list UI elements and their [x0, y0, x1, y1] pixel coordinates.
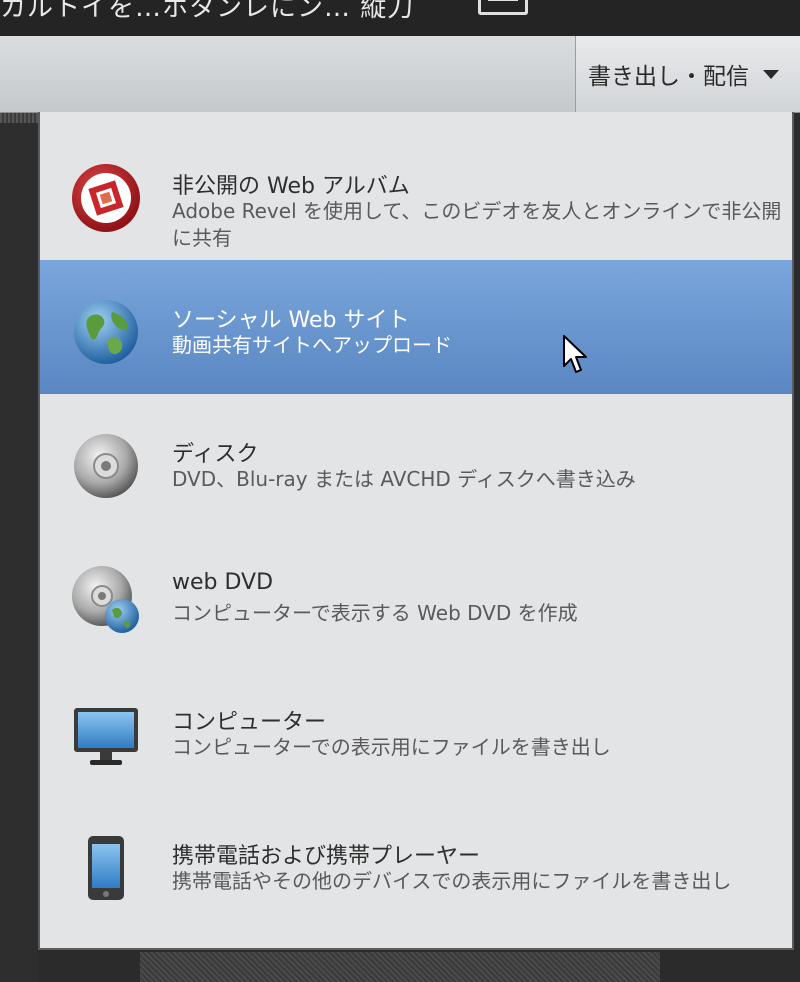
mouse-cursor-icon — [563, 335, 587, 373]
screen-icon[interactable] — [478, 0, 528, 15]
menu-item-description: Adobe Revel を使用して、このビデオを友人とオンラインで非公開に共有 — [172, 199, 782, 250]
menu-item-description: コンピューターでの表示用にファイルを書き出し — [172, 735, 611, 759]
chevron-down-icon — [763, 69, 779, 79]
web-dvd-icon — [72, 566, 139, 633]
left-panel-edge — [0, 113, 38, 982]
revel-album-icon — [72, 164, 140, 232]
window-title: カルトイを…ホタンレにン… 縦刀 — [0, 0, 415, 23]
menu-item-web-dvd[interactable]: web DVD コンピューターで表示する Web DVD を作成 — [40, 528, 792, 662]
disc-icon — [74, 434, 138, 498]
menu-item-description: DVD、Blu-ray または AVCHD ディスクへ書き込み — [172, 467, 636, 491]
menu-item-title: 非公開の Web アルバム — [172, 174, 410, 199]
menu-item-title: コンピューター — [172, 710, 327, 735]
title-bar: カルトイを…ホタンレにン… 縦刀 — [0, 0, 800, 36]
menu-item-title: 携帯電話および携帯プレーヤー — [172, 844, 481, 869]
monitor-icon — [74, 708, 138, 765]
menu-item-mobile-devices[interactable]: 携帯電話および携帯プレーヤー 携帯電話やその他のデバイスでの表示用にファイルを書… — [40, 796, 792, 930]
menu-item-social-web-site[interactable]: ソーシャル Web サイト 動画共有サイトへアップロード — [40, 260, 792, 394]
globe-icon — [74, 300, 138, 364]
menu-item-disc[interactable]: ディスク DVD、Blu-ray または AVCHD ディスクへ書き込み — [40, 394, 792, 528]
export-menu: 非公開の Web アルバム Adobe Revel を使用して、このビデオを友人… — [38, 112, 794, 950]
menu-item-title: web DVD — [172, 570, 274, 595]
menu-item-description: 動画共有サイトへアップロード — [172, 333, 452, 357]
export-share-button[interactable]: 書き出し・配信 — [575, 36, 800, 112]
menu-item-description: コンピューターで表示する Web DVD を作成 — [172, 601, 578, 625]
menu-item-private-web-album[interactable]: 非公開の Web アルバム Adobe Revel を使用して、このビデオを友人… — [40, 126, 792, 260]
timeline-edge — [140, 952, 660, 982]
mobile-phone-icon — [88, 836, 124, 900]
menu-item-title: ディスク — [172, 442, 259, 467]
export-share-label: 書き出し・配信 — [588, 64, 749, 90]
menu-item-description: 携帯電話やその他のデバイスでの表示用にファイルを書き出し — [172, 869, 732, 893]
menu-item-computer[interactable]: コンピューター コンピューターでの表示用にファイルを書き出し — [40, 662, 792, 796]
menu-item-title: ソーシャル Web サイト — [172, 308, 410, 333]
